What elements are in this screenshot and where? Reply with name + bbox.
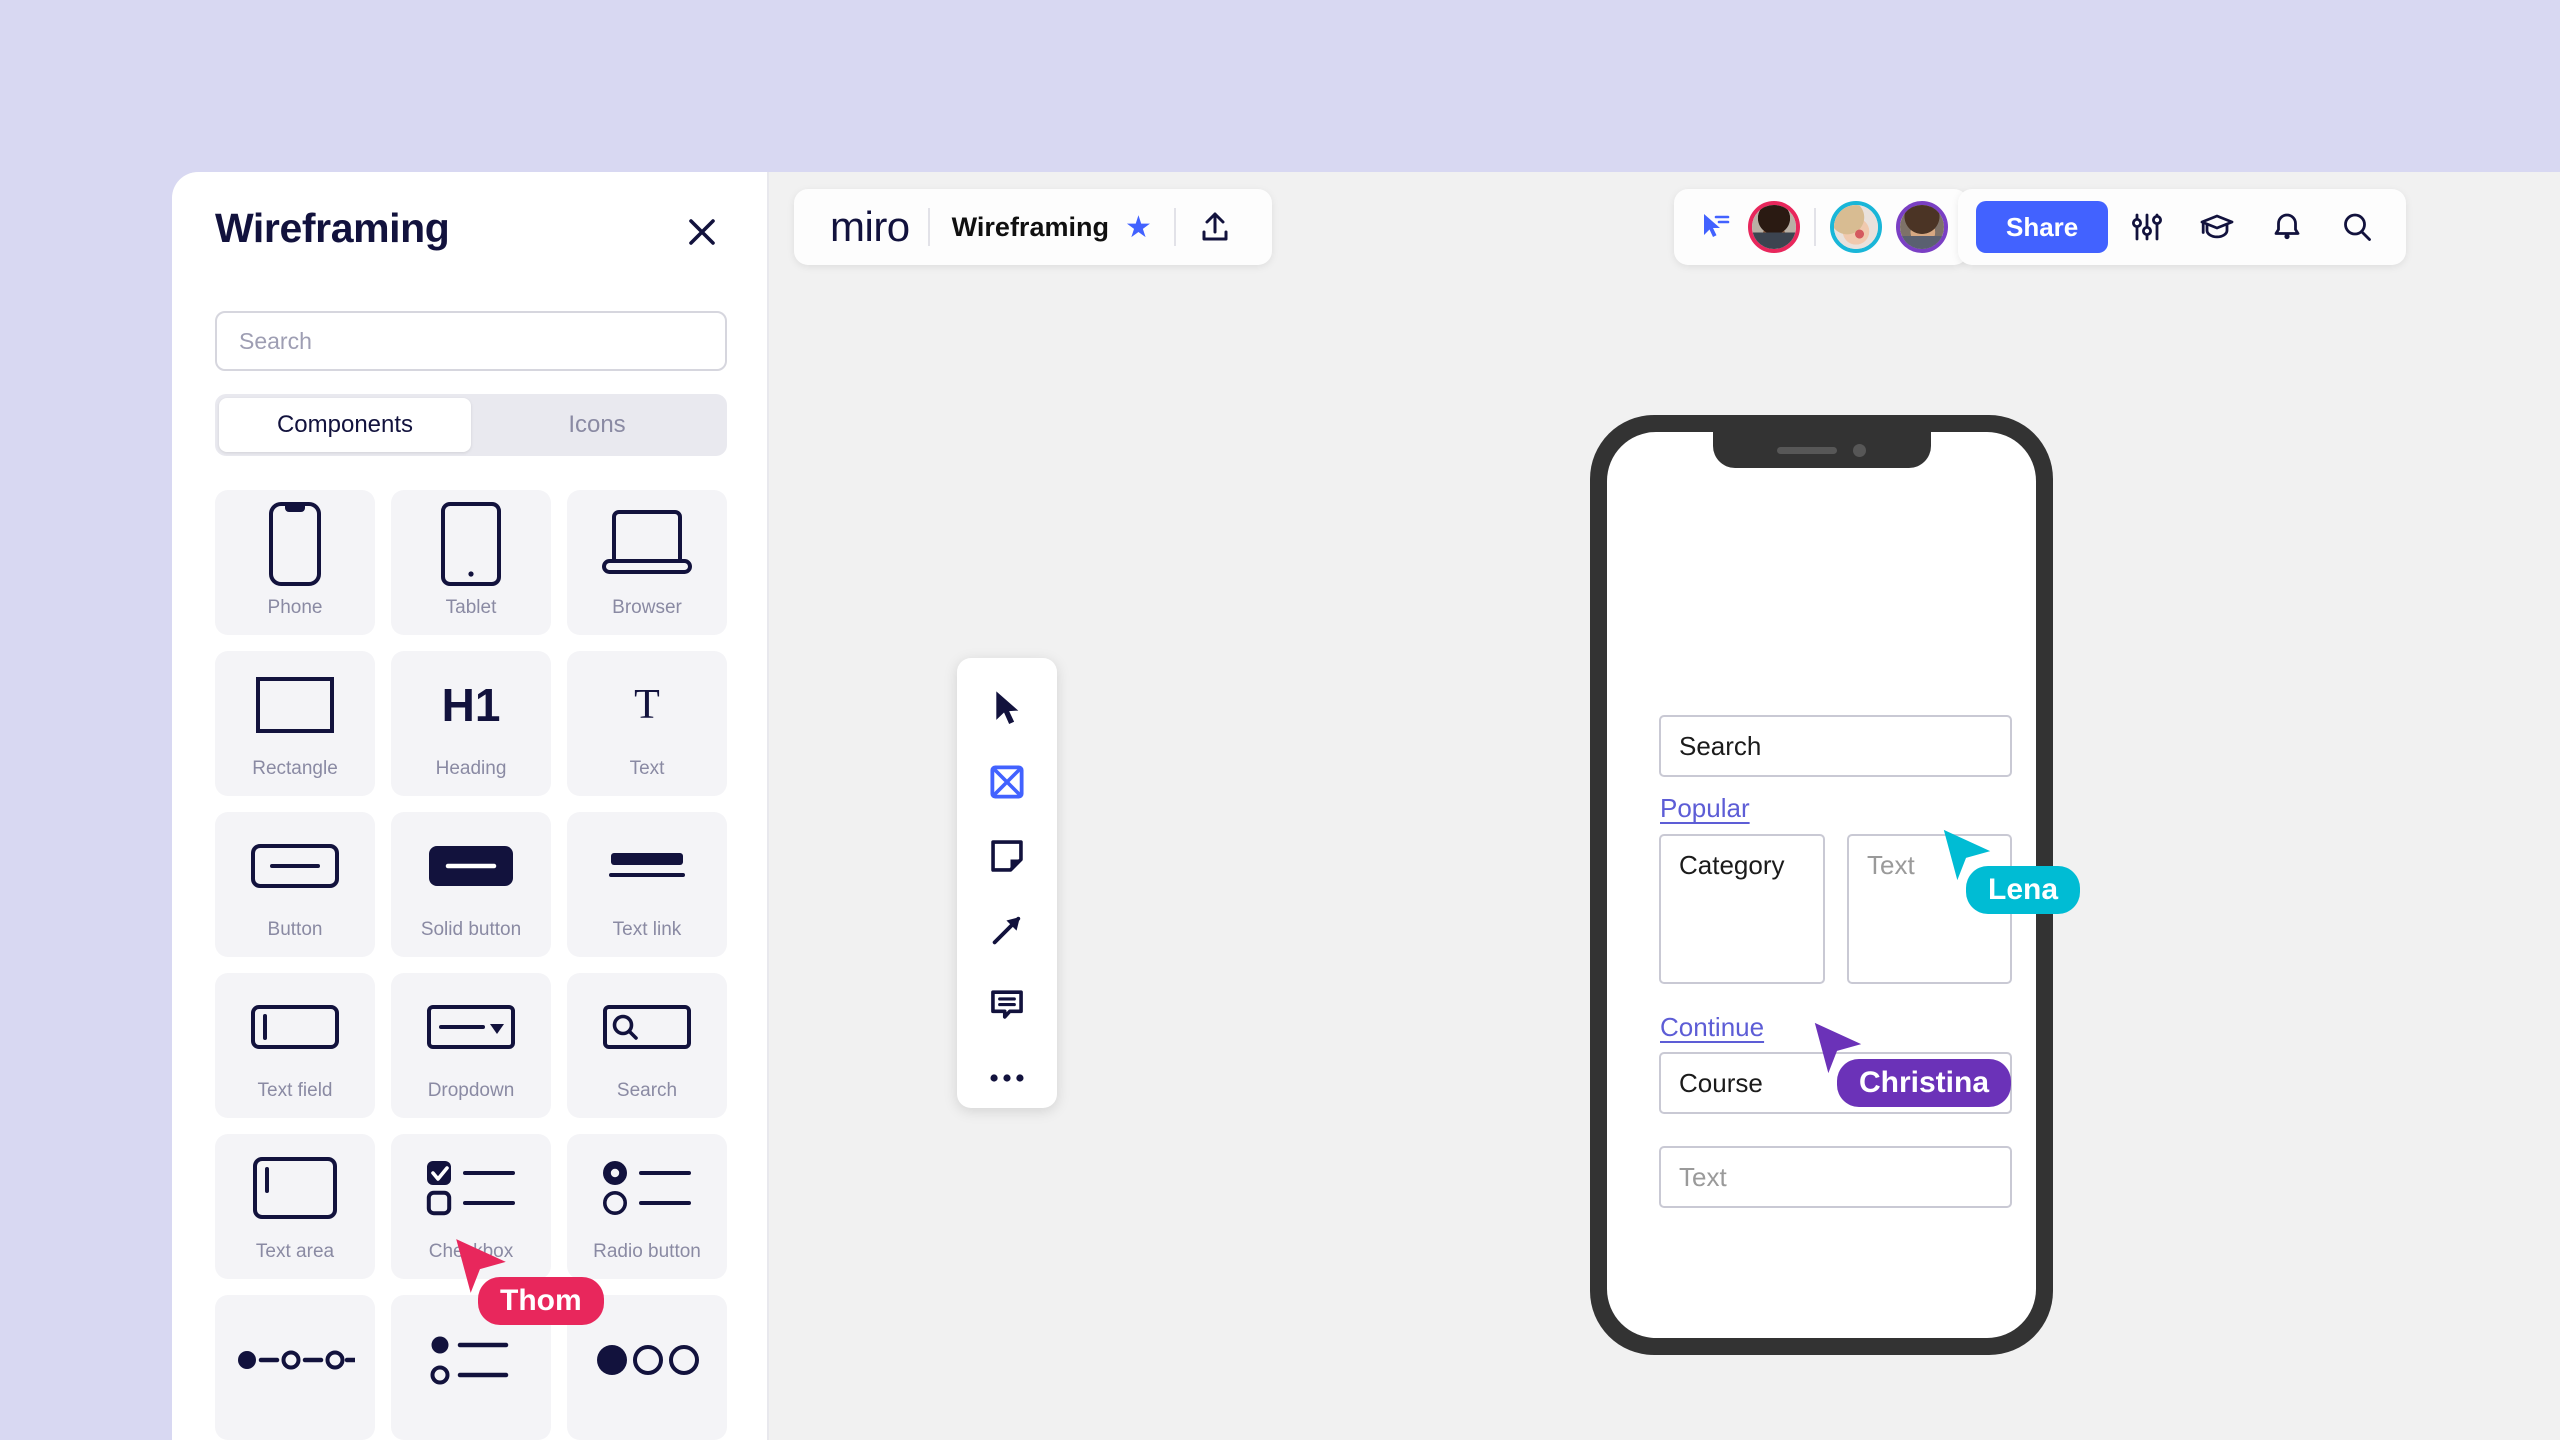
component-item-phone[interactable]: Phone (215, 490, 375, 635)
component-label: Tablet (445, 597, 497, 618)
component-item-radio-button[interactable]: Radio button (567, 1134, 727, 1279)
panel-header: Wireframing (172, 172, 767, 284)
avatar[interactable] (1748, 201, 1800, 253)
component-label: Heading (435, 758, 507, 779)
heading-glyph: H1 (441, 678, 501, 731)
wireframe-link-popular[interactable]: Popular (1660, 793, 1750, 824)
text-area-icon (215, 1134, 375, 1241)
wireframe-field-category[interactable]: Category (1659, 834, 1825, 984)
search-component-icon (567, 973, 727, 1080)
component-item-browser[interactable]: Browser (567, 490, 727, 635)
tab-components[interactable]: Components (219, 398, 471, 452)
component-item-stepper[interactable] (215, 1295, 375, 1440)
search-icon[interactable] (2326, 196, 2388, 258)
button-icon (215, 812, 375, 919)
component-label: Rectangle (252, 758, 338, 779)
text-link-icon (567, 812, 727, 919)
component-label: Button (267, 919, 323, 940)
avatar[interactable] (1896, 201, 1948, 253)
browser-icon (567, 490, 727, 597)
phone-speaker (1777, 446, 1837, 454)
component-label: Search (616, 1080, 678, 1101)
graduation-cap-icon[interactable] (2186, 196, 2248, 258)
heading-h1-icon: H1 (391, 651, 551, 758)
more-tools[interactable] (978, 1054, 1036, 1102)
bell-icon[interactable] (2256, 196, 2318, 258)
phone-notch (1712, 432, 1931, 468)
component-label: Browser (612, 597, 682, 618)
comment-tool[interactable] (978, 980, 1036, 1028)
text-field-icon (215, 973, 375, 1080)
app-window: Wireframing Components Icons (172, 172, 2560, 1440)
radio-button-icon (567, 1134, 727, 1241)
board-actions-bar: Share (1958, 189, 2407, 265)
component-grid: Phone Tablet Browser Rectangle H1 Headin… (215, 490, 727, 1440)
component-item-text-area[interactable]: Text area (215, 1134, 375, 1279)
page-title: Wireframing (215, 205, 450, 251)
component-label: Radio button (593, 1241, 701, 1262)
canvas-toolbar (957, 658, 1057, 1108)
component-item-text[interactable]: T Text (567, 651, 727, 796)
solid-button-icon (391, 812, 551, 919)
component-item-solid-button[interactable]: Solid button (391, 812, 551, 957)
close-icon[interactable] (680, 210, 724, 254)
text-t-icon: T (567, 651, 727, 758)
collaborator-name: Lena (1966, 866, 2081, 914)
component-label: Text field (257, 1080, 333, 1101)
screen-root: Wireframing Components Icons (0, 0, 2560, 1440)
checkbox-icon (391, 1134, 551, 1241)
divider (1814, 208, 1816, 246)
miro-logo[interactable]: miro (812, 203, 928, 251)
component-item-heading[interactable]: H1 Heading (391, 651, 551, 796)
component-item-text-link[interactable]: Text link (567, 812, 727, 957)
sliders-icon[interactable] (2116, 196, 2178, 258)
tablet-icon (391, 490, 551, 597)
component-label: Text link (612, 919, 682, 940)
component-item-dropdown[interactable]: Dropdown (391, 973, 551, 1118)
panel-tabs: Components Icons (215, 394, 727, 456)
component-item-search[interactable]: Search (567, 973, 727, 1118)
sticky-note-tool[interactable] (978, 832, 1036, 880)
wireframe-field-text-2[interactable]: Text (1659, 1146, 2012, 1208)
board-canvas[interactable]: miro Wireframing ★ Share Search Popular … (769, 172, 2560, 1440)
component-item-rectangle[interactable]: Rectangle (215, 651, 375, 796)
collaborator-name: Christina (1837, 1059, 2012, 1107)
component-label: Text (629, 758, 665, 779)
tab-icons[interactable]: Icons (471, 398, 723, 452)
search-input[interactable] (217, 327, 725, 355)
arrow-tool[interactable] (978, 906, 1036, 954)
text-glyph: T (634, 681, 660, 728)
wireframe-link-continue[interactable]: Continue (1660, 1012, 1764, 1043)
collaborator-name: Thom (478, 1277, 604, 1325)
component-label: Phone (267, 597, 323, 618)
wireframe-tool[interactable] (978, 758, 1036, 806)
cursor-select-icon[interactable] (1694, 207, 1734, 247)
wireframe-field-search[interactable]: Search (1659, 715, 2012, 777)
dropdown-icon (391, 973, 551, 1080)
cursor-tool[interactable] (978, 684, 1036, 732)
share-button[interactable]: Share (1976, 201, 2109, 253)
component-item-text-field[interactable]: Text field (215, 973, 375, 1118)
phone-camera (1853, 443, 1866, 457)
panel-search-box[interactable] (215, 311, 727, 371)
component-label: Text area (255, 1241, 335, 1262)
star-icon[interactable]: ★ (1125, 210, 1174, 245)
component-label: Solid button (420, 919, 522, 940)
phone-icon (215, 490, 375, 597)
component-item-button[interactable]: Button (215, 812, 375, 957)
upload-icon[interactable] (1176, 210, 1254, 244)
component-label: Dropdown (427, 1080, 515, 1101)
avatar[interactable] (1830, 201, 1882, 253)
board-header-bar: miro Wireframing ★ (794, 189, 1272, 265)
board-name[interactable]: Wireframing (930, 212, 1125, 243)
stepper-icon (215, 1295, 375, 1424)
collaborators-bar (1674, 189, 1968, 265)
component-item-tablet[interactable]: Tablet (391, 490, 551, 635)
rectangle-icon (215, 651, 375, 758)
